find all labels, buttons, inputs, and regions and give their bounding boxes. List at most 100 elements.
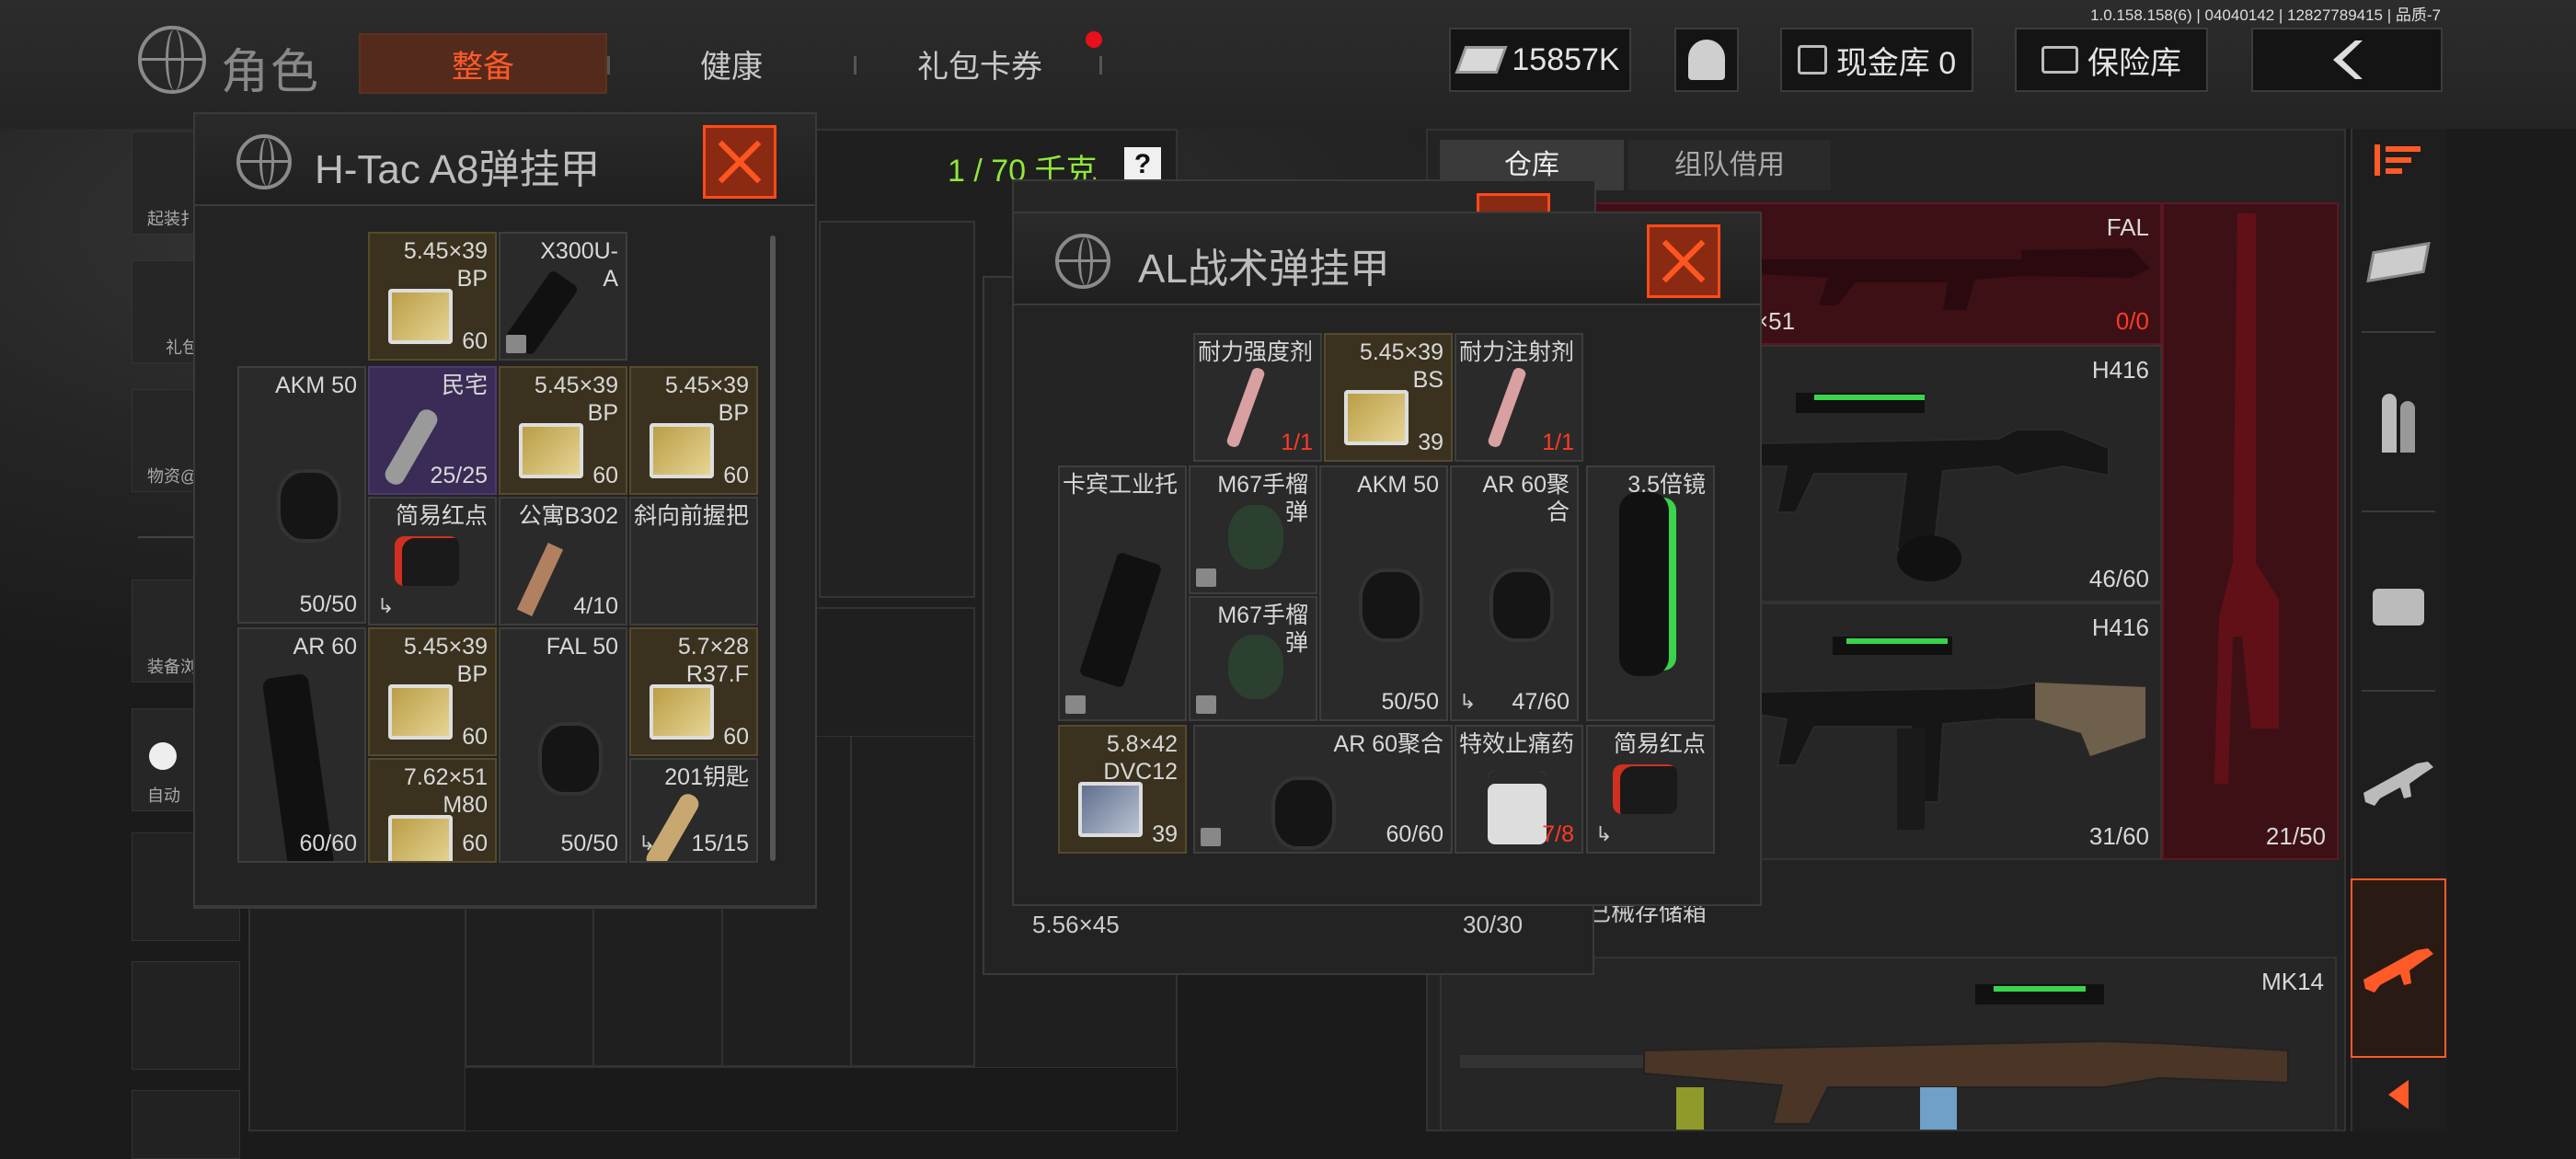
- weapon-slot-vertical[interactable]: 21/50: [2162, 202, 2339, 860]
- page-title: 角色: [221, 46, 321, 99]
- item-slot[interactable]: 民宅 25/25: [368, 366, 497, 495]
- filter-rifle[interactable]: [2352, 717, 2444, 846]
- keycard-item-icon: [516, 542, 564, 616]
- version-string: 1.0.158.158(6) | 04040142 | 12827789415 …: [2090, 6, 2441, 24]
- filter-ammo[interactable]: [2352, 359, 2444, 488]
- sort-button[interactable]: [2352, 133, 2444, 189]
- gear-slot: [819, 221, 975, 598]
- item-slot[interactable]: 5.45×39 BP 60: [368, 232, 497, 361]
- item-count: 60/60: [299, 831, 357, 856]
- item-name: 5.45×39 BP: [664, 373, 749, 426]
- item-name: AR 60: [293, 634, 357, 660]
- item-slot[interactable]: 简易红点 ↳: [1586, 725, 1715, 854]
- tab-divider: [854, 56, 857, 75]
- item-slot[interactable]: 公寓B302 4/10: [499, 497, 627, 625]
- item-slot[interactable]: M67手榴 弹: [1189, 465, 1317, 594]
- item-slot[interactable]: 5.45×39 BP 60: [629, 366, 758, 495]
- item-count: 1/1: [1542, 430, 1574, 455]
- safe-icon: [2041, 46, 2078, 74]
- sidebar-item-label: 装备浏: [147, 658, 197, 676]
- item-slot[interactable]: X300U- A: [499, 232, 627, 361]
- item-slot[interactable]: 卡宾工业托: [1058, 465, 1187, 721]
- cash-vault-button[interactable]: 现金库 0: [1780, 28, 1973, 92]
- rifle-vertical-icon: [2214, 213, 2279, 784]
- globe-icon: [236, 134, 292, 189]
- item-slot[interactable]: 5.7×28 R37.F 60: [629, 627, 758, 756]
- item-slot[interactable]: 7.62×51 M80 60: [368, 758, 497, 863]
- toggle-dot-icon: [149, 742, 177, 770]
- attach-arrow-icon: ↳: [638, 832, 656, 855]
- grid-cell: [851, 736, 975, 1067]
- item-count: 60: [462, 724, 488, 750]
- item-name: AKM 50: [275, 373, 357, 398]
- attach-arrow-icon: ↳: [1459, 690, 1477, 713]
- ammo-icon: [2382, 394, 2415, 453]
- item-count: 25/25: [430, 463, 488, 488]
- item-name: 卡宾工业托: [1062, 472, 1178, 498]
- item-name: 5.7×28 R37.F: [677, 634, 749, 687]
- item-slot[interactable]: 简易红点 ↳: [368, 497, 497, 625]
- item-slot[interactable]: AR 60聚 合 47/60 ↳: [1450, 465, 1579, 721]
- syringe-item-icon: [1486, 366, 1527, 449]
- item-name: 简易红点: [395, 503, 488, 529]
- item-slot[interactable]: 耐力注射剂 1/1: [1455, 333, 1583, 462]
- item-count: 60: [723, 463, 749, 488]
- item-count: 60: [592, 463, 618, 488]
- tab-equip[interactable]: 整备: [359, 33, 607, 94]
- operator-button[interactable]: [1674, 28, 1739, 92]
- safe-vault-button[interactable]: 保险库: [2015, 28, 2208, 92]
- weapon-slot-mk14[interactable]: MK14: [1440, 957, 2337, 1131]
- filter-rifle-active[interactable]: [2351, 878, 2446, 1058]
- collapse-button[interactable]: [2352, 1067, 2444, 1122]
- tab-health[interactable]: 健康: [626, 33, 837, 94]
- tab-gift-cards[interactable]: 礼包卡券: [869, 33, 1090, 94]
- stacked-ammo-label: 5.56×45: [1032, 911, 1120, 938]
- filter-crate[interactable]: [2352, 543, 2444, 671]
- weight-help-button[interactable]: ?: [1124, 147, 1161, 182]
- item-slot[interactable]: 耐力强度剂 1/1: [1193, 333, 1322, 462]
- item-count: 50/50: [1381, 689, 1439, 715]
- item-count: 7/8: [1542, 821, 1574, 847]
- item-count: 60: [462, 831, 488, 856]
- item-count: 47/60: [1512, 689, 1570, 715]
- item-name: 斜向前握把: [633, 503, 749, 529]
- back-button[interactable]: [2251, 28, 2443, 92]
- item-count: 4/10: [573, 593, 618, 619]
- close-button[interactable]: [703, 125, 776, 199]
- item-slot[interactable]: M67手榴 弹: [1189, 596, 1317, 721]
- collapse-icon: [2388, 1080, 2409, 1109]
- item-slot[interactable]: AKM 50 50/50: [1319, 465, 1448, 721]
- cash-vault-label: 现金库 0: [1835, 45, 1957, 81]
- sort-icon: [2375, 144, 2421, 176]
- item-slot[interactable]: 特效止痛药 7/8: [1455, 725, 1583, 854]
- item-slot[interactable]: FAL 50 50/50: [499, 627, 627, 863]
- filter-cash[interactable]: [2352, 198, 2444, 327]
- item-slot[interactable]: 5.8×42 DVC12 39: [1058, 725, 1187, 854]
- item-slot[interactable]: 5.45×39 BP 60: [368, 627, 497, 756]
- globe-icon: [138, 26, 206, 94]
- item-slot[interactable]: AR 60 60/60: [237, 627, 366, 863]
- item-name: 民宅: [441, 373, 488, 398]
- ammo-item-icon: [650, 423, 714, 478]
- item-slot[interactable]: 5.45×39 BP 60: [499, 366, 627, 495]
- item-slot[interactable]: 斜向前握把: [629, 497, 758, 625]
- scrollbar[interactable]: [770, 235, 776, 861]
- item-name: 耐力强度剂: [1197, 339, 1313, 365]
- attach-arrow-icon: ↳: [377, 594, 395, 617]
- ammo-item-icon: [1344, 390, 1409, 445]
- grid-cell: [465, 1067, 1178, 1131]
- item-slot[interactable]: AKM 50 50/50: [237, 366, 366, 624]
- scope-item-icon: [1619, 492, 1669, 677]
- item-slot[interactable]: 5.45×39 BS 39: [1324, 333, 1453, 462]
- empty-slot: [132, 961, 240, 1070]
- storage-tab-team-borrow[interactable]: 组队借用: [1628, 140, 1831, 190]
- ammo-item-icon: [388, 815, 453, 861]
- item-slot[interactable]: AR 60聚合 60/60: [1193, 725, 1453, 854]
- attach-arrow-icon: ↳: [1595, 822, 1613, 845]
- item-slot[interactable]: 201钥匙 15/15 ↳: [629, 758, 758, 863]
- item-name: 3.5倍镜: [1627, 472, 1706, 498]
- close-button[interactable]: [1647, 224, 1720, 298]
- pills-item-icon: [1488, 770, 1547, 844]
- item-slot[interactable]: 3.5倍镜: [1586, 465, 1715, 721]
- weapon-count: 21/50: [2265, 822, 2326, 850]
